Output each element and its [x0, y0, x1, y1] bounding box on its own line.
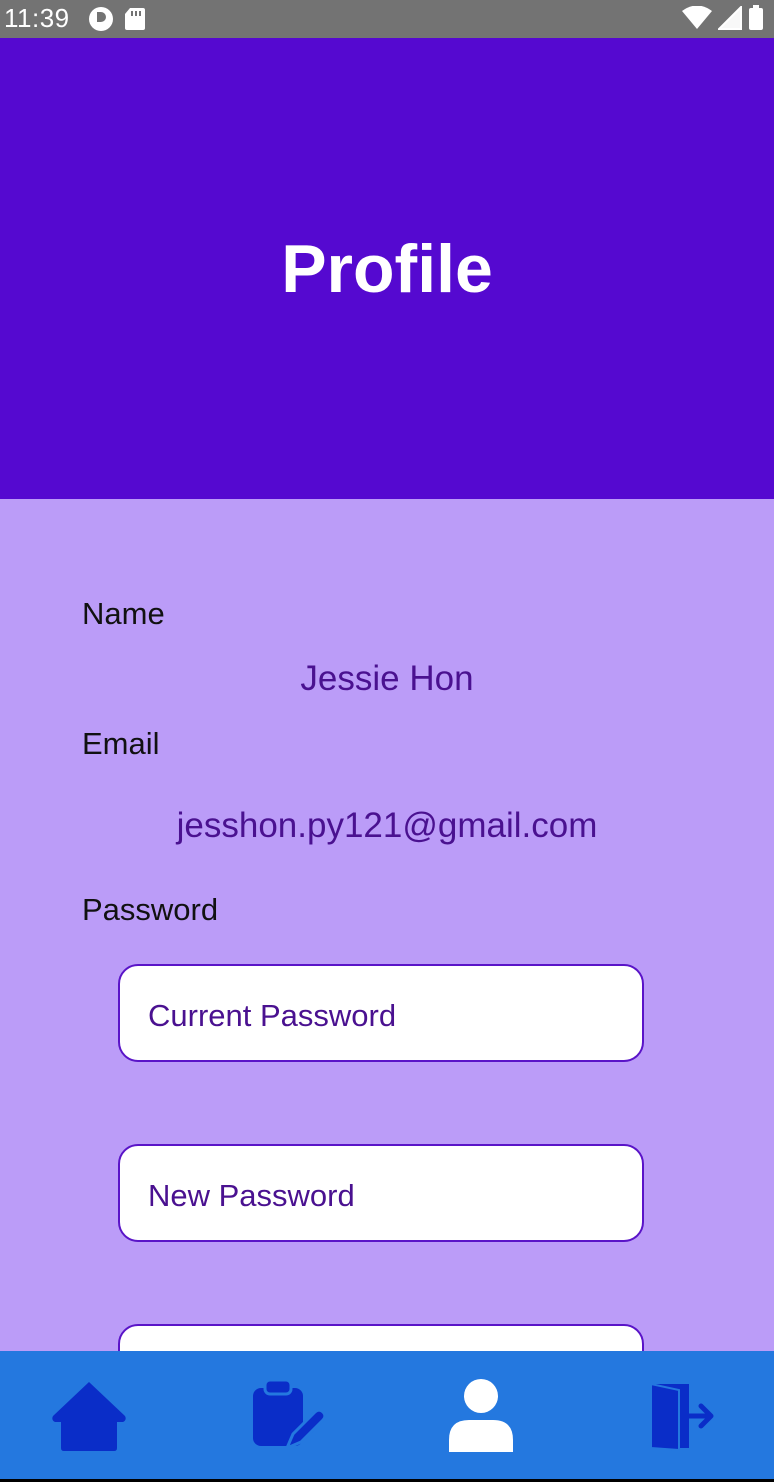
password-label: Password [82, 892, 219, 927]
email-label: Email [82, 726, 160, 761]
nav-home-button[interactable] [44, 1373, 134, 1463]
page-title: Profile [281, 231, 493, 307]
name-value: Jessie Hon [300, 659, 474, 698]
battery-icon [748, 5, 764, 36]
bottom-nav [0, 1351, 774, 1482]
signal-icon [716, 4, 742, 35]
current-password-placeholder: Current Password [148, 998, 397, 1033]
profile-screen: 11:39 Profile Name Jessie Hon Email jess… [0, 0, 774, 1482]
nav-logout-button[interactable] [632, 1373, 722, 1463]
nav-profile-button[interactable] [436, 1373, 526, 1463]
edit-clipboard-icon [245, 1378, 327, 1459]
status-time: 11:39 [4, 3, 70, 33]
logout-icon [639, 1380, 715, 1457]
email-value: jesshon.py121@gmail.com [176, 806, 598, 845]
home-icon [51, 1380, 127, 1457]
notification-app-icon [88, 6, 114, 37]
wifi-icon [682, 5, 712, 35]
nav-tasks-button[interactable] [240, 1373, 330, 1463]
profile-icon [447, 1378, 515, 1459]
current-password-field[interactable]: Current Password [118, 964, 644, 1062]
sd-card-icon [124, 7, 146, 36]
profile-header: Profile [0, 38, 774, 499]
status-right-icons [682, 4, 764, 36]
new-password-field[interactable]: New Password [118, 1144, 644, 1242]
new-password-placeholder: New Password [148, 1178, 355, 1213]
status-bar: 11:39 [0, 0, 774, 38]
name-label: Name [82, 596, 165, 631]
status-left-icons [88, 6, 146, 37]
